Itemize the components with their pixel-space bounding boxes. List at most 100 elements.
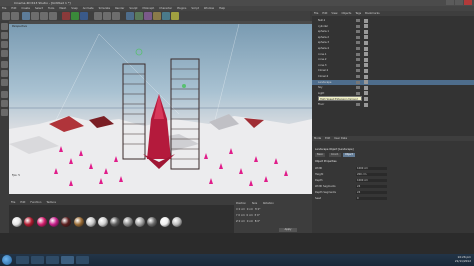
cinema4d-taskbar-icon[interactable] — [61, 256, 74, 264]
make-editable-icon[interactable] — [1, 23, 8, 30]
visibility-dots-icon[interactable] — [356, 69, 360, 73]
object-manager-tab[interactable]: Objects — [342, 12, 352, 15]
deformer-icon[interactable] — [153, 12, 161, 20]
coord-row-z[interactable]: Z 0 cm 0 cm B 0° — [236, 220, 260, 223]
edges-mode-icon[interactable] — [1, 70, 8, 77]
model-mode-icon[interactable] — [1, 32, 8, 39]
render-picture-icon[interactable] — [103, 12, 111, 20]
attribute-menu-item[interactable]: Edit — [325, 137, 330, 140]
menu-item[interactable]: Character — [159, 7, 172, 10]
app-icon[interactable] — [76, 256, 89, 264]
attribute-menu-item[interactable]: Mode — [314, 137, 321, 140]
attribute-field-input[interactable]: 1000 cm — [356, 179, 387, 182]
explorer-icon[interactable] — [31, 256, 44, 264]
material-swatch[interactable] — [73, 217, 84, 227]
object-row[interactable]: sphere.4 — [312, 46, 474, 51]
menu-item[interactable]: File — [2, 7, 6, 10]
cloner-icon[interactable] — [144, 12, 152, 20]
object-row[interactable]: Landscape — [312, 79, 474, 85]
object-row[interactable]: Null.1 — [312, 18, 474, 23]
material-swatch[interactable] — [122, 217, 133, 227]
visibility-dots-icon[interactable] — [356, 30, 360, 34]
menu-item[interactable]: Simulate — [99, 7, 110, 10]
apply-button[interactable]: Apply — [279, 228, 297, 232]
enable-axis-icon[interactable] — [1, 91, 8, 98]
object-manager-tab[interactable]: Bookmarks — [365, 12, 380, 15]
menu-item[interactable]: Tools — [48, 7, 54, 10]
tag-icon[interactable] — [364, 57, 368, 62]
object-row[interactable]: cone.1 — [312, 52, 474, 57]
attribute-subtab[interactable]: Object — [343, 153, 355, 157]
menu-item[interactable]: Select — [35, 7, 43, 10]
material-menu-item[interactable]: File — [11, 201, 15, 204]
rotate-icon[interactable] — [49, 12, 57, 20]
menu-item[interactable]: Edit — [11, 7, 16, 10]
floor-icon[interactable] — [162, 12, 170, 20]
tag-icon[interactable] — [364, 74, 368, 79]
menu-item[interactable]: MoGraph — [142, 7, 154, 10]
tag-icon[interactable] — [364, 40, 368, 45]
attribute-subtab[interactable]: Basic — [315, 153, 326, 157]
maximize-button[interactable] — [455, 0, 463, 5]
light-icon[interactable] — [171, 12, 179, 20]
attribute-field-input[interactable]: 24 — [356, 191, 387, 194]
material-swatch[interactable] — [48, 217, 59, 227]
x-axis-icon[interactable] — [62, 12, 70, 20]
visibility-dots-icon[interactable] — [356, 58, 360, 62]
object-manager-tab[interactable]: Tags — [355, 12, 361, 15]
visibility-dots-icon[interactable] — [356, 47, 360, 50]
object-row[interactable]: Sky — [312, 85, 474, 90]
material-swatch[interactable] — [12, 217, 22, 227]
menu-item[interactable]: Render — [115, 7, 124, 10]
tag-icon[interactable] — [364, 35, 368, 40]
redo-icon[interactable] — [11, 12, 19, 20]
scale-icon[interactable] — [40, 12, 48, 20]
tag-icon[interactable] — [364, 18, 368, 23]
material-swatch[interactable] — [98, 217, 109, 227]
material-swatch[interactable] — [36, 217, 47, 227]
menu-item[interactable]: Snap — [71, 7, 78, 10]
tag-icon[interactable] — [364, 52, 368, 57]
material-swatch[interactable] — [24, 217, 35, 227]
material-menu-item[interactable]: Texture — [46, 201, 56, 204]
object-row[interactable]: Cloner.1 — [312, 68, 474, 73]
tag-icon[interactable] — [364, 80, 368, 85]
attribute-field-input[interactable]: 24 — [356, 185, 387, 188]
tag-icon[interactable] — [364, 46, 368, 51]
menu-item[interactable]: Create — [21, 7, 30, 10]
material-swatch[interactable] — [135, 217, 145, 227]
attribute-field-input[interactable]: 200 cm — [356, 173, 387, 176]
object-manager-tab[interactable]: View — [331, 12, 337, 15]
tag-icon[interactable] — [364, 91, 368, 96]
visibility-dots-icon[interactable] — [356, 52, 360, 56]
snap-icon[interactable] — [1, 100, 8, 107]
tag-icon[interactable] — [364, 102, 368, 107]
cube-icon[interactable] — [126, 12, 134, 20]
menu-item[interactable]: Help — [219, 7, 225, 10]
object-manager-tab[interactable]: File — [314, 12, 318, 15]
attribute-subtab[interactable]: Coord. — [329, 153, 341, 157]
visibility-dots-icon[interactable] — [356, 41, 360, 45]
texture-mode-icon[interactable] — [1, 41, 8, 48]
y-axis-icon[interactable] — [71, 12, 79, 20]
object-row[interactable]: sphere.3 — [312, 40, 474, 45]
menu-item[interactable]: Script — [191, 7, 199, 10]
visibility-dots-icon[interactable] — [356, 91, 360, 95]
object-row[interactable]: Floor — [312, 102, 474, 107]
tag-icon[interactable] — [364, 29, 368, 34]
visibility-dots-icon[interactable] — [356, 24, 360, 28]
minimize-button[interactable] — [446, 0, 454, 5]
workplane-icon[interactable] — [1, 109, 8, 116]
media-player-icon[interactable] — [46, 256, 59, 264]
render-view-icon[interactable] — [94, 12, 102, 20]
material-menu-item[interactable]: Function — [30, 201, 41, 204]
material-swatch[interactable] — [147, 217, 158, 227]
attribute-field-input[interactable]: 0 — [356, 197, 387, 200]
menu-item[interactable]: Animate — [83, 7, 94, 10]
material-swatch[interactable] — [85, 217, 96, 227]
object-row[interactable]: cone.3 — [312, 63, 474, 68]
attribute-menu-item[interactable]: User Data — [334, 137, 347, 140]
visibility-dots-icon[interactable] — [356, 86, 360, 90]
tag-icon[interactable] — [364, 96, 368, 101]
coord-row-x[interactable]: X 0 cm 0 cm H 0° — [236, 208, 261, 211]
